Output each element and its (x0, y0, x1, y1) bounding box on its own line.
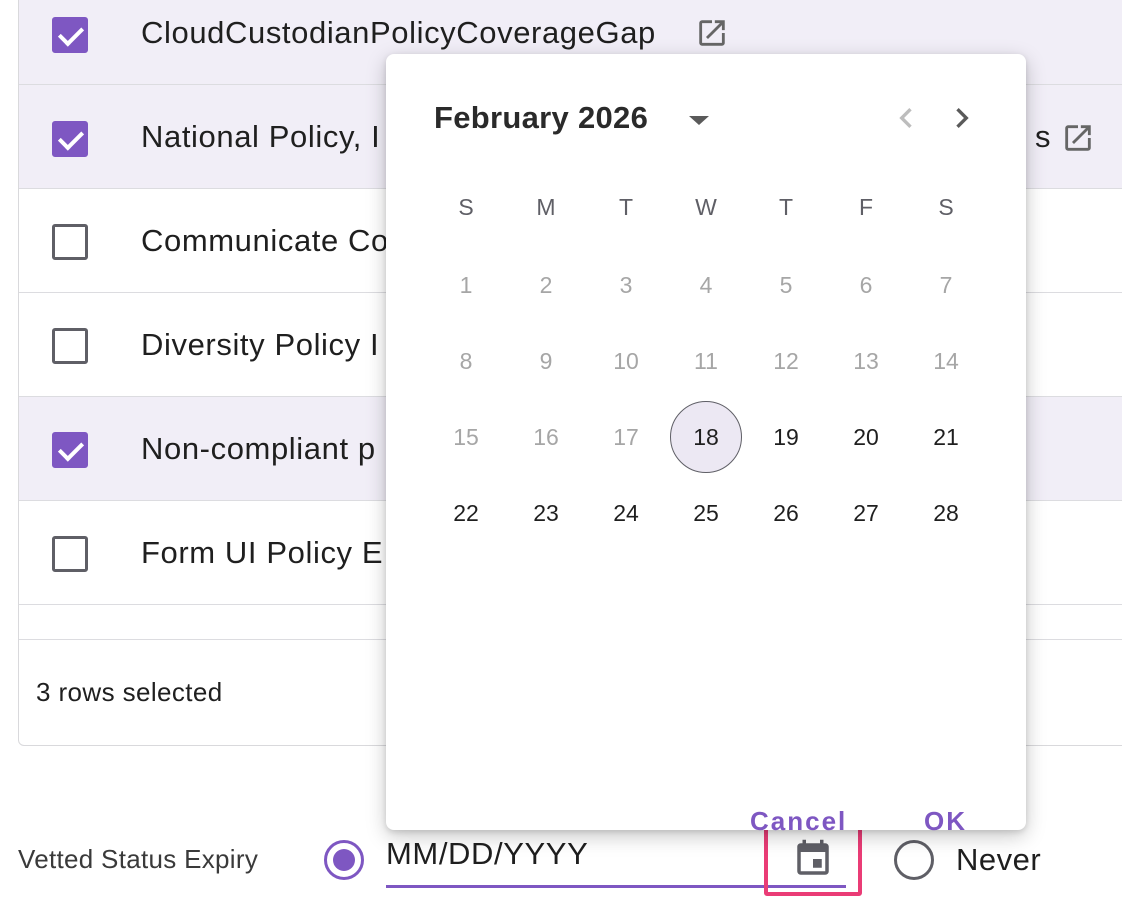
weekday-label: S (938, 194, 954, 220)
calendar-day[interactable]: 26 (750, 477, 822, 549)
row-label: Non-compliant p (141, 431, 376, 466)
row-label: Diversity Policy I (141, 327, 380, 362)
row-checkbox[interactable] (52, 224, 88, 260)
previous-month-button[interactable] (886, 98, 926, 138)
calendar-day[interactable]: 23 (510, 477, 582, 549)
weekday-label: W (695, 194, 717, 220)
row-label: Form UI Policy E (141, 535, 384, 570)
calendar-day[interactable]: 24 (590, 477, 662, 549)
calendar-day: 2 (510, 249, 582, 321)
weekday-label: T (618, 194, 634, 220)
weekday-label: F (858, 194, 874, 220)
chevron-left-icon (899, 108, 912, 128)
ok-button[interactable]: OK (924, 806, 967, 837)
cancel-button[interactable]: Cancel (750, 806, 847, 837)
never-option-radio[interactable] (894, 840, 934, 880)
page: CloudCustodianPolicyCoverageGap National… (0, 0, 1122, 910)
calendar-day[interactable]: 21 (910, 401, 982, 473)
open-in-new-icon[interactable] (1061, 121, 1095, 155)
calendar-day: 9 (510, 325, 582, 397)
calendar-day[interactable]: 20 (830, 401, 902, 473)
calendar-day: 12 (750, 325, 822, 397)
calendar-day: 17 (590, 401, 662, 473)
open-in-new-icon[interactable] (695, 16, 729, 50)
calendar-day: 4 (670, 249, 742, 321)
next-month-button[interactable] (942, 98, 982, 138)
chevron-right-icon (956, 108, 969, 128)
weekday-label: T (778, 194, 794, 220)
calendar-day[interactable]: 25 (670, 477, 742, 549)
never-label: Never (956, 842, 1042, 877)
calendar-day: 8 (430, 325, 502, 397)
row-label: CloudCustodianPolicyCoverageGap (141, 15, 656, 50)
row-label: National Policy, I (141, 119, 381, 154)
calendar-day: 6 (830, 249, 902, 321)
calendar-day: 16 (510, 401, 582, 473)
calendar-day[interactable]: 27 (830, 477, 902, 549)
calendar-day-today[interactable]: 18 (670, 401, 742, 473)
row-checkbox[interactable] (52, 121, 88, 157)
calendar-day[interactable]: 28 (910, 477, 982, 549)
calendar-day: 15 (430, 401, 502, 473)
calendar-icon (797, 839, 829, 875)
selection-count: 3 rows selected (36, 677, 223, 707)
weekday-label: M (536, 194, 556, 220)
row-label-trailing: s (1035, 119, 1052, 154)
calendar-day[interactable]: 22 (430, 477, 502, 549)
vetted-status-expiry-label: Vetted Status Expiry (18, 844, 259, 874)
date-option-radio[interactable] (324, 840, 364, 880)
row-checkbox[interactable] (52, 432, 88, 468)
chevron-down-icon[interactable] (684, 104, 716, 136)
date-picker-dialog: February 2026 SMTWTFS 1 2 3 4 5 6 7 8 9 10 11 12 13 1… (386, 54, 1026, 836)
row-checkbox[interactable] (52, 536, 88, 572)
month-year-label[interactable]: February 2026 (434, 100, 648, 136)
row-checkbox[interactable] (52, 17, 88, 53)
calendar-day[interactable]: 19 (750, 401, 822, 473)
calendar-day: 11 (670, 325, 742, 397)
calendar-day: 7 (910, 249, 982, 321)
weekday-label: S (458, 194, 474, 220)
calendar-day: 14 (910, 325, 982, 397)
row-checkbox[interactable] (52, 328, 88, 364)
calendar-day: 3 (590, 249, 662, 321)
calendar-day: 5 (750, 249, 822, 321)
calendar-day: 1 (430, 249, 502, 321)
row-label: Communicate Co (141, 223, 389, 258)
calendar-day: 10 (590, 325, 662, 397)
calendar-day: 13 (830, 325, 902, 397)
